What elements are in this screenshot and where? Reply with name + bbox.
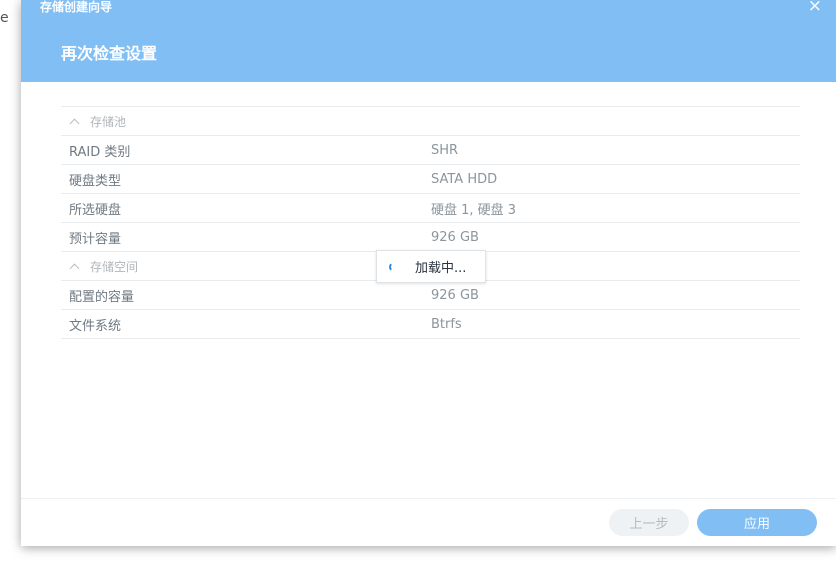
close-icon[interactable]: × [808, 0, 822, 15]
storage-wizard-dialog: 存储创建向导 × 再次检查设置 存储池 RAID 类别 SHR 硬盘类型 SAT… [21, 0, 836, 546]
table-row: 文件系统 Btrfs [61, 310, 800, 339]
row-value: 926 GB [431, 229, 479, 245]
chevron-up-icon [69, 118, 80, 128]
apply-button[interactable]: 应用 [697, 509, 817, 536]
row-value: SHR [431, 142, 459, 158]
row-value: SATA HDD [431, 171, 498, 187]
table-row: 预计容量 926 GB [61, 223, 800, 252]
group-title: 存储池 [90, 114, 127, 129]
table-row: 配置的容量 926 GB [61, 281, 800, 310]
row-label: 文件系统 [69, 318, 122, 334]
settings-summary-table: 存储池 RAID 类别 SHR 硬盘类型 SATA HDD 所选硬盘 硬盘 1,… [61, 106, 800, 339]
background-text-fragment: e [0, 10, 9, 26]
spinner-icon [389, 261, 399, 272]
dialog-header: 存储创建向导 × 再次检查设置 [21, 0, 836, 82]
step-title: 再次检查设置 [61, 44, 158, 63]
chevron-up-icon [69, 263, 80, 273]
row-value: 硬盘 1, 硬盘 3 [431, 202, 517, 218]
dialog-footer: 上一步 应用 [21, 498, 836, 546]
row-label: RAID 类别 [69, 144, 131, 160]
row-label: 硬盘类型 [69, 173, 122, 189]
row-label: 配置的容量 [69, 289, 135, 305]
group-header-storage-pool[interactable]: 存储池 [61, 107, 800, 136]
loading-text: 加载中... [415, 261, 467, 276]
window-title: 存储创建向导 [40, 0, 113, 14]
table-row: 所选硬盘 硬盘 1, 硬盘 3 [61, 194, 800, 223]
row-label: 所选硬盘 [69, 202, 122, 218]
previous-step-button[interactable]: 上一步 [609, 509, 689, 536]
table-row: 硬盘类型 SATA HDD [61, 165, 800, 194]
row-value: 926 GB [431, 287, 479, 303]
row-value: Btrfs [431, 316, 462, 332]
loading-indicator: 加载中... [376, 250, 486, 283]
row-label: 预计容量 [69, 231, 122, 247]
group-title: 存储空间 [90, 259, 139, 274]
table-row: RAID 类别 SHR [61, 136, 800, 165]
